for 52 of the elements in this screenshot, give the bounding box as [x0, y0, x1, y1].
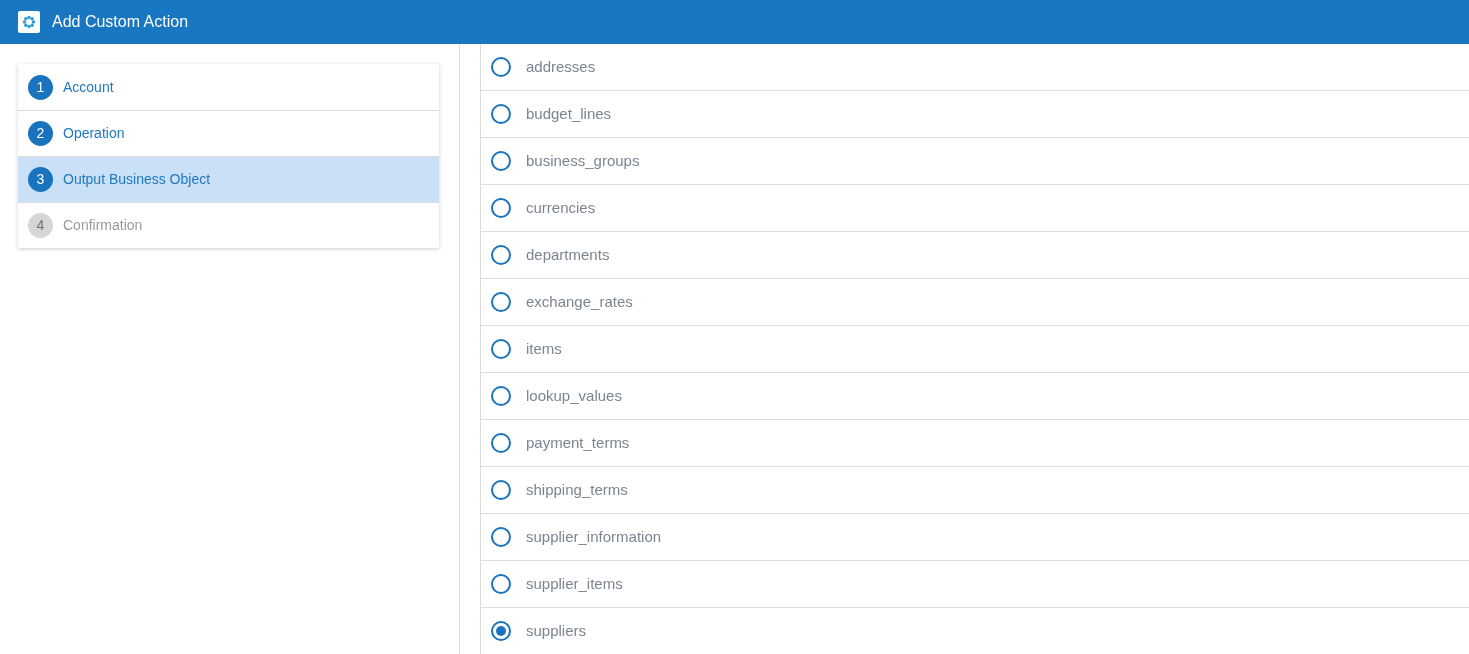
- step-item[interactable]: 3 Output Business Object: [18, 156, 439, 202]
- option-label: supplier_information: [526, 526, 662, 547]
- option-label: items: [526, 338, 562, 359]
- option-label: payment_terms: [526, 432, 630, 453]
- option-label: currencies: [526, 197, 596, 218]
- step-number: 3: [28, 167, 53, 192]
- option-label: suppliers: [526, 620, 587, 641]
- radio-button[interactable]: [491, 621, 511, 641]
- option-label: departments: [526, 244, 610, 265]
- radio-button[interactable]: [491, 245, 511, 265]
- object-option[interactable]: business_groups: [481, 138, 1469, 185]
- window-title: Add Custom Action: [52, 12, 189, 32]
- object-option[interactable]: suppliers: [481, 608, 1469, 654]
- step-label: Output Business Object: [63, 170, 211, 189]
- option-label: supplier_items: [526, 573, 623, 594]
- radio-button[interactable]: [491, 339, 511, 359]
- radio-button[interactable]: [491, 57, 511, 77]
- radio-button[interactable]: [491, 198, 511, 218]
- step-number: 4: [28, 213, 53, 238]
- radio-button[interactable]: [491, 480, 511, 500]
- radio-button[interactable]: [491, 151, 511, 171]
- object-option[interactable]: currencies: [481, 185, 1469, 232]
- object-option[interactable]: departments: [481, 232, 1469, 279]
- step-item[interactable]: 1 Account: [18, 64, 439, 110]
- step-label: Operation: [63, 124, 125, 143]
- object-option[interactable]: shipping_terms: [481, 467, 1469, 514]
- radio-button[interactable]: [491, 574, 511, 594]
- option-label: addresses: [526, 56, 596, 77]
- radio-button[interactable]: [491, 386, 511, 406]
- object-option[interactable]: supplier_items: [481, 561, 1469, 608]
- step-number: 1: [28, 74, 53, 100]
- radio-button[interactable]: [491, 433, 511, 453]
- option-label: exchange_rates: [526, 291, 633, 312]
- step-item[interactable]: 2 Operation: [18, 110, 439, 156]
- object-option[interactable]: supplier_information: [481, 514, 1469, 561]
- step-number: 2: [28, 121, 53, 146]
- option-label: lookup_values: [526, 385, 622, 406]
- option-label: budget_lines: [526, 103, 612, 124]
- object-option[interactable]: exchange_rates: [481, 279, 1469, 326]
- object-option[interactable]: addresses: [481, 44, 1469, 91]
- radio-button[interactable]: [491, 292, 511, 312]
- option-label: shipping_terms: [526, 479, 628, 500]
- step-label: Confirmation: [63, 216, 143, 235]
- step-label: Account: [63, 77, 114, 97]
- object-option[interactable]: lookup_values: [481, 373, 1469, 420]
- radio-button[interactable]: [491, 527, 511, 547]
- radio-button[interactable]: [491, 104, 511, 124]
- object-option[interactable]: payment_terms: [481, 420, 1469, 467]
- option-label: business_groups: [526, 150, 640, 171]
- object-option[interactable]: budget_lines: [481, 91, 1469, 138]
- app-logo-icon: [18, 11, 40, 33]
- object-option[interactable]: items: [481, 326, 1469, 373]
